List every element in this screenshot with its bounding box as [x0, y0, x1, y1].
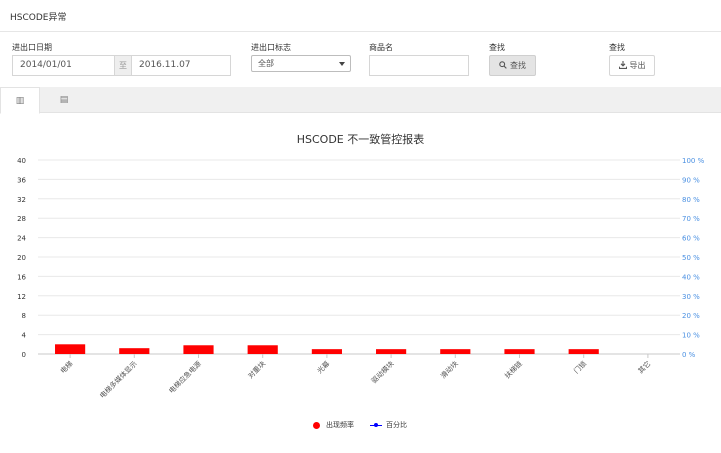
y2-tick-label: 40 % — [682, 273, 700, 281]
bar — [55, 344, 86, 354]
date-to-input[interactable]: 2016.11.07 — [131, 55, 231, 76]
y2-tick-label: 100 % — [682, 157, 705, 165]
bar — [119, 348, 150, 354]
x-tick-label: 其它 — [636, 359, 652, 375]
x-tick-label: 滑动块 — [439, 359, 460, 380]
y2-tick-label: 50 % — [682, 254, 700, 262]
y-tick-label: 4 — [22, 332, 27, 340]
x-tick-label: 对重块 — [246, 359, 267, 380]
legend-line-icon — [370, 422, 382, 429]
export-button-label: 导出 — [629, 61, 646, 70]
x-tick-label: 电梯应急电源 — [167, 359, 203, 395]
y2-tick-label: 90 % — [682, 176, 700, 184]
bar — [440, 349, 471, 354]
bar-chart-icon: ▥ — [15, 96, 25, 106]
legend-item-frequency[interactable]: 出现频率 — [313, 419, 354, 431]
y2-tick-label: 30 % — [682, 293, 700, 301]
chart-legend: 出现频率 百分比 — [0, 419, 721, 431]
tab-table[interactable]: ▤ — [44, 87, 84, 113]
y-tick-label: 32 — [17, 196, 26, 204]
bar — [376, 349, 407, 354]
y-tick-label: 20 — [17, 254, 26, 262]
ie-flag-select[interactable]: 全部 — [251, 55, 351, 72]
y-tick-label: 12 — [17, 293, 26, 301]
y-tick-label: 0 — [22, 351, 26, 359]
y-tick-label: 24 — [17, 235, 26, 243]
x-tick-label: 驱动模块 — [369, 359, 395, 385]
date-from-input[interactable]: 2014/01/01 — [12, 55, 115, 76]
chevron-down-icon — [339, 62, 345, 66]
export-button[interactable]: 导出 — [609, 55, 655, 76]
view-tabs: ▥ ▤ — [0, 87, 721, 114]
goods-name-input[interactable] — [369, 55, 469, 76]
query-button-label: 查找 — [510, 61, 526, 70]
bar — [183, 345, 214, 354]
page-title: HSCODE异常 — [10, 13, 67, 23]
x-tick-label: 门锁 — [572, 359, 588, 375]
table-icon: ▤ — [59, 95, 69, 105]
y-tick-label: 36 — [17, 176, 26, 184]
y-tick-label: 16 — [17, 273, 26, 281]
x-tick-label: 光幕 — [315, 359, 331, 375]
query-button[interactable]: 查找 — [489, 55, 536, 76]
date-range-label: 进出口日期 — [12, 43, 52, 52]
legend-label-percent: 百分比 — [386, 421, 407, 429]
legend-label-frequency: 出现频率 — [326, 421, 354, 429]
bar — [504, 349, 535, 354]
y-tick-label: 40 — [17, 157, 26, 165]
download-icon — [618, 61, 627, 69]
y2-tick-label: 70 % — [682, 215, 700, 223]
y2-tick-label: 60 % — [682, 235, 700, 243]
y-tick-label: 8 — [22, 312, 26, 320]
date-separator: 至 — [114, 55, 132, 76]
bar — [568, 349, 599, 354]
y2-tick-label: 10 % — [682, 332, 700, 340]
y2-tick-label: 80 % — [682, 196, 700, 204]
legend-dot-icon — [313, 421, 320, 429]
x-tick-label: 电梯 — [58, 359, 74, 375]
query-label: 查找 — [489, 43, 505, 52]
ie-flag-label: 进出口标志 — [251, 43, 291, 52]
tab-chart[interactable]: ▥ — [0, 87, 40, 114]
bar — [247, 345, 278, 354]
chart: 0 4 8 12 16 20 24 28 32 36 40 0 % 10 % 20 % 30 % 40 % 50… — [17, 157, 705, 400]
export-label: 查找 — [609, 43, 625, 52]
x-tick-label: 电梯多媒体显示 — [98, 359, 139, 400]
chart-title: HSCODE 不一致管控报表 — [296, 133, 425, 146]
y2-tick-label: 20 % — [682, 312, 700, 320]
y-tick-label: 28 — [17, 215, 26, 223]
goods-name-label: 商品名 — [369, 43, 393, 52]
bar — [311, 349, 342, 354]
page-header: HSCODE异常 — [0, 0, 721, 32]
legend-item-percent[interactable]: 百分比 — [370, 419, 407, 431]
x-tick-label: 扶梯链 — [503, 359, 524, 380]
ie-flag-selected-value: 全部 — [258, 59, 274, 68]
search-icon — [499, 61, 507, 69]
y2-tick-label: 0 % — [682, 351, 696, 359]
